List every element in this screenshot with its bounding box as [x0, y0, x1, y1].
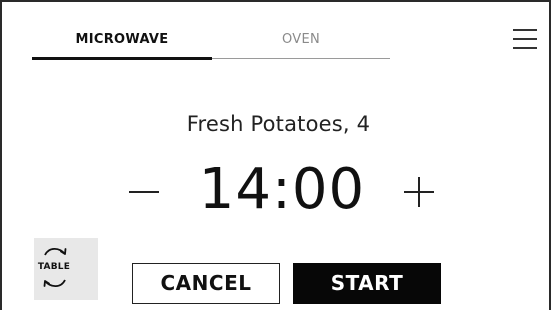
mode-tabs: MICROWAVE OVEN [32, 26, 390, 60]
start-button[interactable]: START [293, 263, 441, 304]
hamburger-menu-icon[interactable] [511, 26, 539, 52]
turntable-toggle-button[interactable]: TABLE [34, 238, 98, 300]
menu-line-bottom [513, 47, 537, 49]
program-title: Fresh Potatoes, 4 [186, 112, 371, 136]
increase-time-button[interactable] [400, 170, 440, 210]
plus-icon-vertical [418, 177, 420, 207]
menu-line-middle [513, 38, 537, 40]
cooking-time: 14:00 [198, 157, 366, 222]
tab-microwave[interactable]: MICROWAVE [32, 32, 212, 58]
microwave-control-screen: MICROWAVE OVEN Fresh Potatoes, 4 14:00 T… [0, 0, 551, 310]
table-label: TABLE [37, 262, 71, 272]
rotate-arrows-icon-bottom [43, 279, 66, 288]
tab-oven[interactable]: OVEN [212, 32, 390, 58]
decrease-time-button[interactable] [125, 170, 165, 210]
rotate-arrows-icon [44, 247, 67, 256]
menu-line-top [513, 29, 537, 31]
cancel-button[interactable]: CANCEL [132, 263, 280, 304]
active-tab-indicator [32, 57, 212, 60]
minus-icon [129, 191, 159, 193]
